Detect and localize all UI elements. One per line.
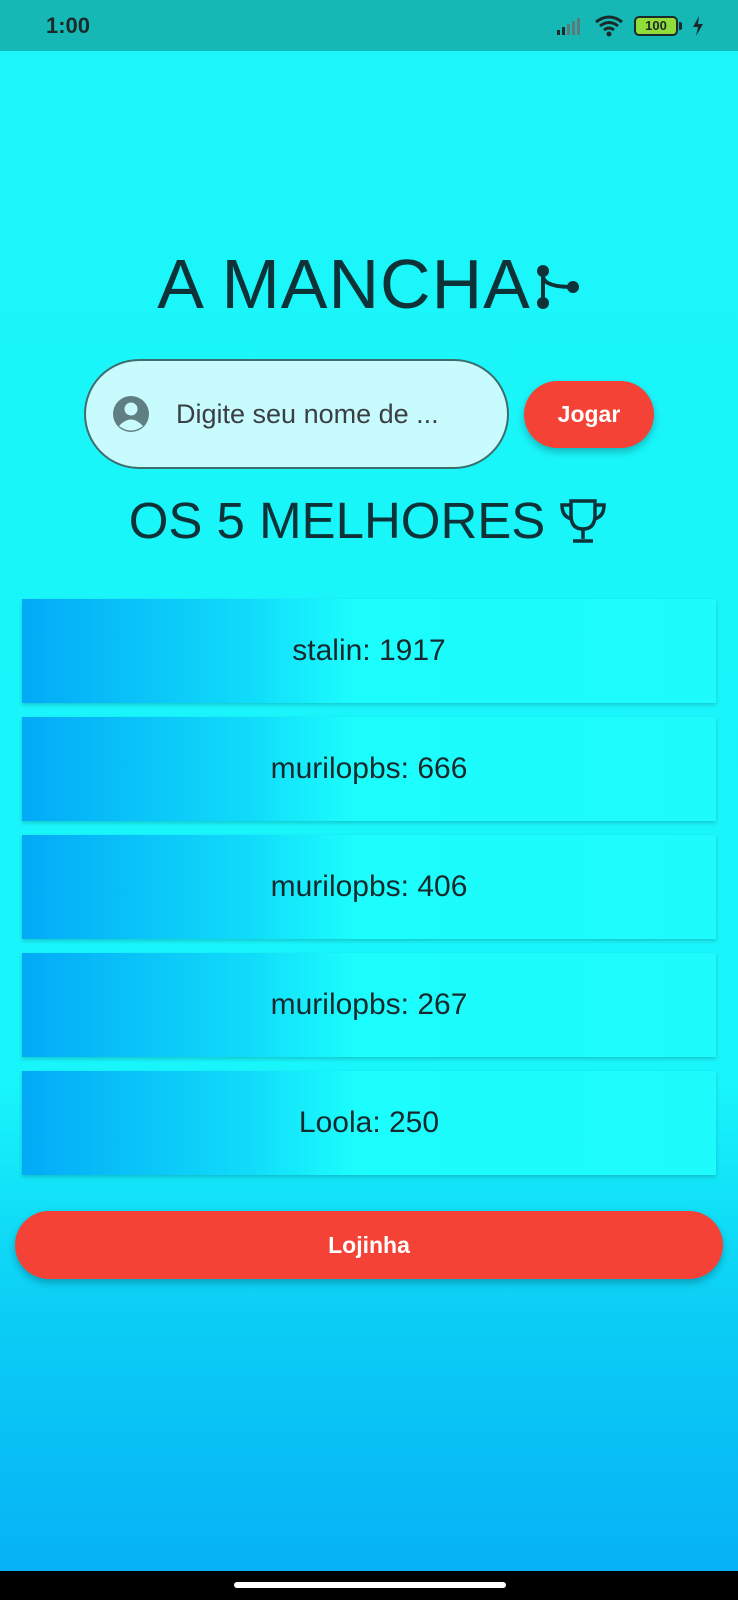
leaderboard-list: stalin: 1917 murilopbs: 666 murilopbs: 4… <box>22 599 716 1189</box>
status-bar: 1:00 100 <box>0 0 738 51</box>
trophy-icon <box>560 498 607 543</box>
wifi-icon <box>595 15 623 36</box>
home-indicator[interactable] <box>234 1582 506 1588</box>
leaderboard-title: OS 5 MELHORES <box>128 492 546 549</box>
leaderboard-item: stalin: 1917 <box>22 599 716 703</box>
page-title: A MANCHA <box>157 245 531 323</box>
leaderboard-header: OS 5 MELHORES <box>0 491 738 550</box>
charging-icon <box>693 15 703 36</box>
account-circle-icon <box>113 396 149 432</box>
title-row: A MANCHA <box>0 244 738 324</box>
leaderboard-item: murilopbs: 406 <box>22 835 716 939</box>
name-input[interactable]: Digite seu nome de ... <box>84 359 509 469</box>
leaderboard-item: murilopbs: 666 <box>22 717 716 821</box>
play-button[interactable]: Jogar <box>524 381 654 448</box>
leaderboard-item: Loola: 250 <box>22 1071 716 1175</box>
leaderboard-item: murilopbs: 267 <box>22 953 716 1057</box>
status-icons: 100 <box>556 14 704 38</box>
shop-button[interactable]: Lojinha <box>15 1211 723 1279</box>
status-time: 1:00 <box>46 12 91 38</box>
main-screen: A MANCHA Digite seu nome de ... Jogar OS… <box>0 51 738 1571</box>
name-input-placeholder: Digite seu nome de ... <box>176 398 439 429</box>
signal-icon <box>557 17 580 35</box>
battery-level: 100 <box>634 15 678 36</box>
navigation-bar <box>0 1571 738 1600</box>
graph-nodes-icon <box>536 265 579 309</box>
battery-icon: 100 <box>634 15 682 36</box>
